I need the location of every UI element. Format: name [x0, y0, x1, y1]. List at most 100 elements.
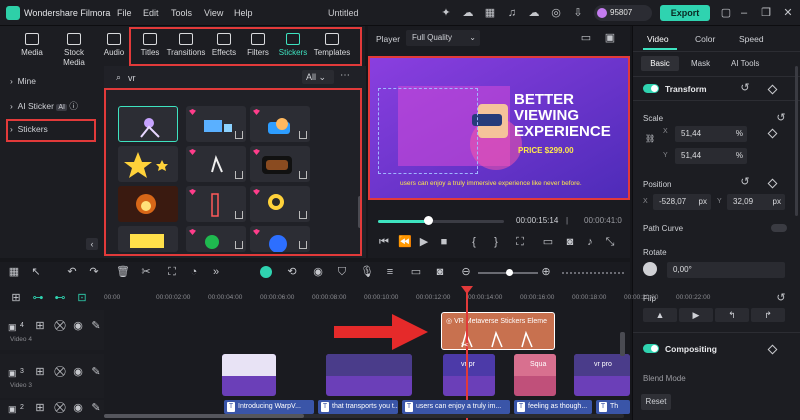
maximize-icon[interactable]: ❐ — [760, 7, 772, 19]
more-options-icon[interactable]: ⋯ — [340, 70, 350, 81]
speed-icon[interactable]: ◔ — [188, 266, 200, 278]
compositing-toggle[interactable] — [643, 344, 659, 353]
expand-icon[interactable]: ⤡ — [604, 236, 616, 248]
magnet-icon[interactable]: ⊷ — [54, 292, 66, 304]
menu-help[interactable]: Help — [234, 8, 253, 18]
quality-dropdown[interactable]: Full Quality ⌄ — [406, 30, 480, 46]
subtab-basic[interactable]: Basic — [641, 56, 679, 71]
video-clip[interactable]: vr pro — [574, 354, 630, 396]
menu-tools[interactable]: Tools — [171, 8, 192, 18]
split-icon[interactable]: ✂ — [140, 266, 152, 278]
collapse-sidebar-icon[interactable]: ‹ — [86, 238, 98, 250]
horizontal-scrollbar-thumb[interactable] — [104, 414, 304, 418]
auto-reframe-icon[interactable]: ⟲ — [286, 266, 298, 278]
sidebar-item-ai-sticker[interactable]: › AI Sticker AI ⓘ — [10, 100, 78, 112]
mute-icon[interactable]: ✎ — [90, 366, 102, 378]
path-curve-toggle[interactable] — [771, 224, 787, 232]
step-back-icon[interactable]: ⏪ — [398, 236, 412, 248]
position-x-input[interactable]: -528,07 px — [653, 194, 711, 210]
timeline-scrollbar[interactable] — [620, 332, 625, 356]
notification-icon[interactable]: ▢ — [720, 7, 732, 19]
layout-icon[interactable]: ▦ — [8, 266, 20, 278]
horizontal-scrollbar[interactable] — [104, 414, 624, 418]
previous-frame-icon[interactable]: ⏮ — [378, 236, 390, 248]
tab-stock-media[interactable]: Stock Media — [52, 28, 96, 67]
panel-scrollbar[interactable] — [795, 66, 798, 216]
add-track-icon[interactable]: ⊞ — [34, 402, 46, 414]
stabilize-icon[interactable]: ◉ — [312, 266, 324, 278]
reset-transform-icon[interactable]: ↺ — [739, 82, 751, 94]
add-track-icon[interactable]: ⊞ — [34, 366, 46, 378]
grid-icon[interactable]: ▦ — [484, 7, 496, 19]
flip-horizontal-icon[interactable]: ▶ — [679, 308, 713, 322]
keyframe-transform-icon[interactable] — [767, 84, 778, 95]
eye-icon[interactable]: ◉ — [72, 402, 84, 414]
transform-toggle[interactable] — [643, 84, 659, 93]
tab-video[interactable]: Video — [647, 34, 669, 44]
select-tool-icon[interactable]: ↖ — [30, 266, 42, 278]
link-tracks-icon[interactable]: ⊶ — [32, 292, 44, 304]
flip-vertical-icon[interactable]: ▲ — [643, 308, 677, 322]
monitor-icon[interactable]: ▭ — [542, 236, 554, 248]
close-icon[interactable]: ✕ — [782, 7, 794, 19]
crop-icon[interactable]: ⛶ — [166, 266, 178, 278]
zoom-in-icon[interactable]: ⊕ — [540, 266, 552, 278]
eye-icon[interactable]: ◉ — [72, 366, 84, 378]
subtitle-clip[interactable]: Th — [596, 400, 630, 414]
rotate-left-icon[interactable]: ↰ — [715, 308, 749, 322]
reset-button[interactable]: Reset — [641, 394, 671, 410]
filter-dropdown[interactable]: All ⌄ — [302, 70, 334, 84]
snapshot-icon[interactable]: ◙ — [434, 266, 446, 278]
redo-icon[interactable]: ↷ — [88, 266, 100, 278]
subtitle-clip[interactable]: feeling as though... — [514, 400, 592, 414]
sticker-clip[interactable]: ◎ VR Metaverse Stickers Eleme — [441, 312, 555, 350]
scissors-icon[interactable]: ✂ — [461, 340, 469, 351]
scale-y-input[interactable]: 51,44% — [675, 148, 747, 164]
rotate-dial[interactable] — [643, 262, 657, 276]
subtab-mask[interactable]: Mask — [691, 59, 710, 68]
subtitle-clip[interactable]: Introducing WarpV... — [224, 400, 314, 414]
mute-icon[interactable]: ✎ — [90, 320, 102, 332]
microphone-icon[interactable]: 🎙 — [360, 266, 374, 278]
gift-icon[interactable]: ✦ — [440, 7, 452, 19]
credits-badge[interactable]: 95807 — [594, 5, 652, 21]
zoom-out-icon[interactable]: ⊖ — [460, 266, 472, 278]
keyframe-compositing-icon[interactable] — [767, 344, 778, 355]
menu-view[interactable]: View — [204, 8, 223, 18]
rotate-right-icon[interactable]: ↱ — [751, 308, 785, 322]
audio-mixer-icon[interactable]: ≡ — [384, 266, 396, 278]
export-button[interactable]: Export — [660, 5, 710, 21]
add-track-icon[interactable]: ⊞ — [34, 320, 46, 332]
ai-tool-icon[interactable] — [260, 266, 272, 278]
lock-icon[interactable]: ⛒ — [54, 320, 66, 332]
subtitle-clip[interactable]: users can enjoy a truly im... — [402, 400, 510, 414]
mark-in-icon[interactable]: { — [468, 236, 480, 248]
position-y-input[interactable]: 32,09 px — [727, 194, 785, 210]
menu-edit[interactable]: Edit — [143, 8, 159, 18]
snapshot-icon[interactable]: ▣ — [604, 32, 616, 44]
tab-audio[interactable]: Audio — [94, 28, 134, 64]
playback-progress-track[interactable] — [378, 220, 504, 223]
bell-icon[interactable]: ♫ — [506, 7, 518, 19]
video-clip[interactable] — [326, 354, 412, 396]
camera-icon[interactable]: ◙ — [564, 236, 576, 248]
rotate-input[interactable]: 0,00° — [667, 262, 785, 278]
marker-icon[interactable]: ⊡ — [76, 292, 88, 304]
reset-scale-icon[interactable]: ↺ — [775, 112, 787, 124]
volume-icon[interactable]: ♪ — [584, 236, 596, 248]
tab-color[interactable]: Color — [695, 34, 715, 44]
sidebar-item-mine[interactable]: › Mine — [10, 76, 36, 86]
keyframe-scale-icon[interactable] — [767, 128, 778, 139]
menu-file[interactable]: File — [117, 8, 132, 18]
undo-icon[interactable]: ↶ — [66, 266, 78, 278]
video-clip[interactable]: Squa — [514, 354, 556, 396]
tab-media[interactable]: Media — [12, 28, 52, 64]
safe-zone-icon[interactable]: ▭ — [580, 32, 592, 44]
support-icon[interactable]: ◎ — [550, 7, 562, 19]
mute-icon[interactable]: ✎ — [90, 402, 102, 414]
cloud-upload-icon[interactable]: ☁ — [462, 7, 474, 19]
scale-x-input[interactable]: 51,44% — [675, 126, 747, 142]
lock-icon[interactable]: ⛒ — [54, 366, 66, 378]
cloud-icon[interactable]: ☁ — [528, 7, 540, 19]
video-clip[interactable]: vr pr — [443, 354, 495, 396]
